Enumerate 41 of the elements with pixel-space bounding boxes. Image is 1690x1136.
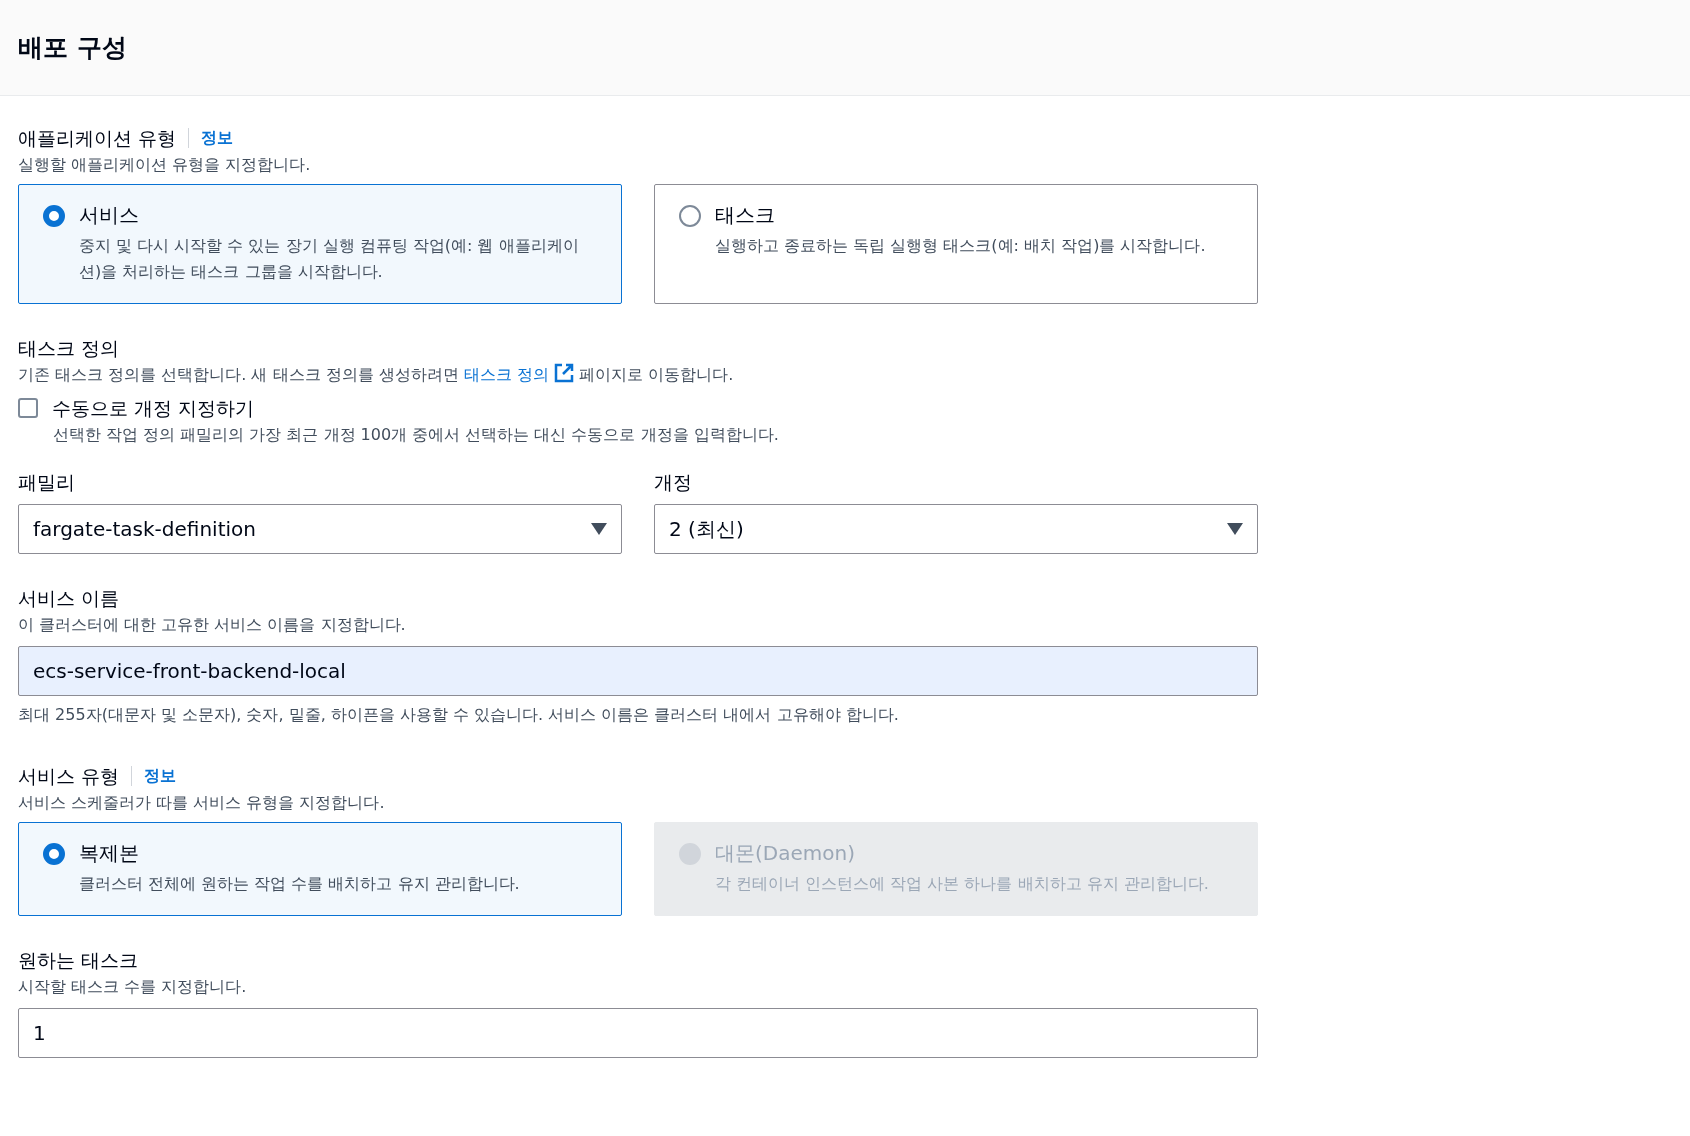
option-title: 대몬(Daemon) — [715, 840, 856, 867]
constraint-text: 최대 255자(대문자 및 소문자), 숫자, 밑줄, 하이픈을 사용할 수 있습니다. 서비스 이름은 클러스터 내에서 고유해야 합니다. — [18, 704, 900, 726]
field-label: 애플리케이션 유형 — [18, 126, 177, 151]
option-card[interactable]: 서비스 중지 및 다시 시작할 수 있는 장기 실행 컴퓨팅 작업(예: 웹 애플리케이션)을 처리하는 태스크 그룹을 시작합니다. — [18, 184, 622, 304]
caret-icon — [591, 523, 607, 535]
option-card[interactable]: 태스크 실행하고 종료하는 독립 실행형 태스크(예: 배치 작업)를 시작합니다. — [654, 184, 1258, 304]
checkbox-description: 선택한 작업 정의 패밀리의 가장 최근 개정 100개 중에서 선택하는 대신 수동으로 개정을 입력합니다. — [53, 424, 780, 446]
option-title: 서비스 — [79, 202, 140, 229]
checkbox-label: 수동으로 개정 지정하기 — [52, 396, 255, 421]
radio-button[interactable] — [679, 205, 701, 227]
field-label: 서비스 이름 — [18, 586, 121, 611]
field-label: 태스크 정의 — [18, 336, 121, 361]
caret-icon — [1227, 523, 1243, 535]
section-title: 배포 구성 — [18, 32, 127, 64]
select-dropdown[interactable]: fargate-task-definition — [18, 504, 622, 554]
field-description: 기존 태스크 정의를 선택합니다. 새 태스크 정의를 생성하려면 태스크 정의 페이지로 이동합니다. — [18, 362, 735, 386]
option-title: 태스크 — [715, 202, 776, 229]
option-description: 중지 및 다시 시작할 수 있는 장기 실행 컴퓨팅 작업(예: 웹 애플리케이션)을 처리하는 태스크 그룹을 시작합니다. — [79, 235, 580, 283]
option-card[interactable]: 복제본 클러스터 전체에 원하는 작업 수를 배치하고 유지 관리합니다. — [18, 822, 622, 916]
desired-tasks-field[interactable]: 1 — [18, 1008, 1258, 1058]
radio-button[interactable] — [43, 205, 65, 227]
option-title: 복제본 — [79, 840, 140, 867]
info-link[interactable]: 정보 — [131, 766, 177, 786]
option-description: 각 컨테이너 인스턴스에 작업 사본 하나를 배치하고 유지 관리합니다. — [715, 873, 1209, 895]
field-label: 개정 — [654, 470, 693, 495]
option-description: 실행하고 종료하는 독립 실행형 태스크(예: 배치 작업)를 시작합니다. — [715, 235, 1206, 257]
select-dropdown[interactable]: 2 (최신) — [654, 504, 1258, 554]
field-description: 서비스 스케줄러가 따를 서비스 유형을 지정합니다. — [18, 792, 386, 814]
field-label: 원하는 태스크 — [18, 948, 140, 973]
field-description: 이 클러스터에 대한 고유한 서비스 이름을 지정합니다. — [18, 614, 407, 636]
checkbox[interactable] — [18, 398, 38, 418]
option-description: 클러스터 전체에 원하는 작업 수를 배치하고 유지 관리합니다. — [79, 873, 520, 895]
radio-button[interactable] — [43, 843, 65, 865]
task-definition-link[interactable]: 태스크 정의 — [463, 365, 574, 384]
field-label: 패밀리 — [18, 470, 76, 495]
field-description: 실행할 애플리케이션 유형을 지정합니다. — [18, 154, 312, 176]
field-label: 서비스 유형 — [18, 764, 120, 789]
service-name-field[interactable]: ecs-service-front-backend-local — [18, 646, 1258, 696]
external-link-icon — [553, 363, 574, 383]
info-link[interactable]: 정보 — [188, 128, 234, 148]
field-description: 시작할 태스크 수를 지정합니다. — [18, 976, 248, 998]
